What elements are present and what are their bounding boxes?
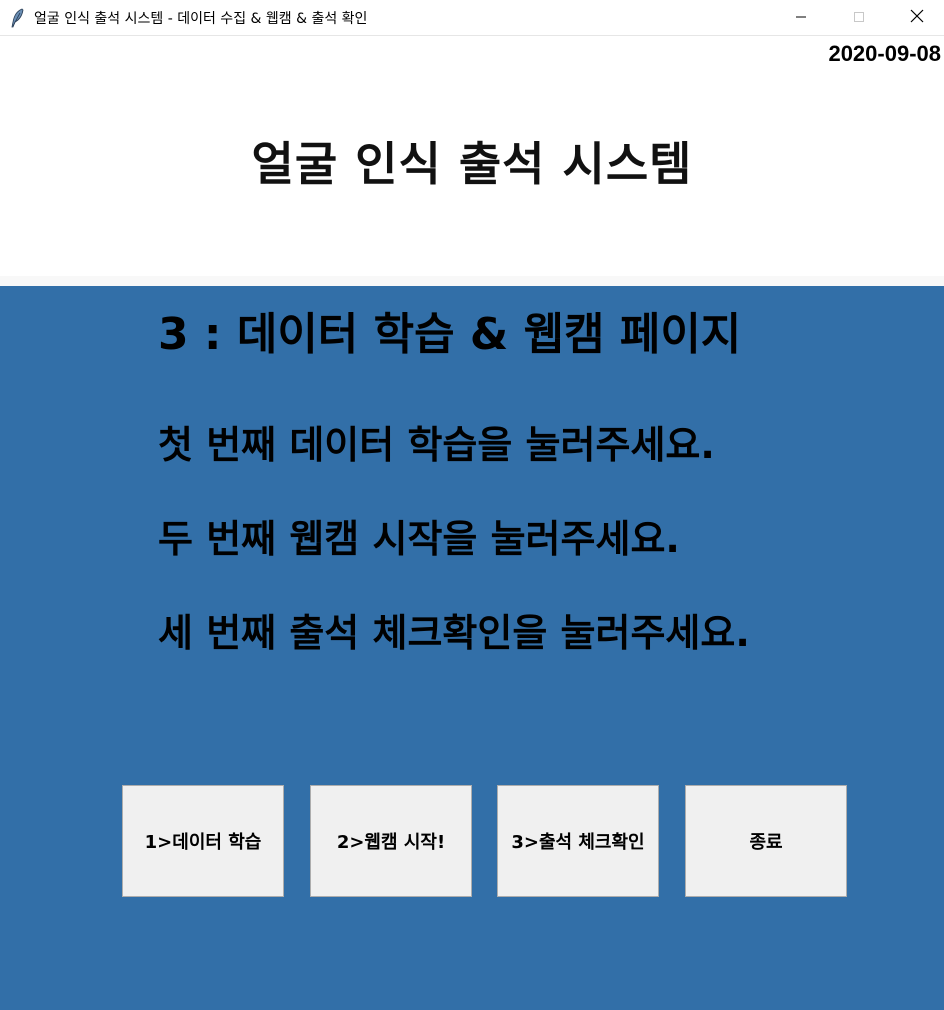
minimize-button[interactable] [778,0,824,34]
start-webcam-button[interactable]: 2>웹캠 시작! [310,785,472,897]
date-label: 2020-09-08 [828,41,941,66]
instruction-step-3: 세 번째 출석 체크확인을 눌러주세요. [158,611,750,655]
page-title: 3 : 데이터 학습 & 웹캠 페이지 [158,309,742,360]
header-area: 2020-09-08 얼굴 인식 출석 시스템 [0,36,944,286]
feather-icon [10,8,26,28]
close-icon [910,8,924,27]
instruction-step-1: 첫 번째 데이터 학습을 눌러주세요. [158,423,715,467]
attendance-check-button[interactable]: 3>출석 체크확인 [497,785,659,897]
close-button[interactable] [894,0,940,34]
content-panel: 3 : 데이터 학습 & 웹캠 페이지 첫 번째 데이터 학습을 눌러주세요. … [0,286,944,1010]
app-window: 얼굴 인식 출석 시스템 - 데이터 수집 & 웹캠 & 출석 확인 2020-… [0,0,944,1010]
train-data-button[interactable]: 1>데이터 학습 [122,785,284,897]
window-title: 얼굴 인식 출석 시스템 - 데이터 수집 & 웹캠 & 출석 확인 [34,11,368,27]
header-divider [0,276,944,286]
instruction-step-2: 두 번째 웹캠 시작을 눌러주세요. [158,517,680,561]
maximize-icon [853,8,865,27]
maximize-button[interactable] [836,0,882,34]
title-bar[interactable]: 얼굴 인식 출석 시스템 - 데이터 수집 & 웹캠 & 출석 확인 [0,0,944,36]
exit-button[interactable]: 종료 [685,785,847,897]
app-heading: 얼굴 인식 출석 시스템 [251,137,693,191]
minimize-icon [795,8,807,27]
